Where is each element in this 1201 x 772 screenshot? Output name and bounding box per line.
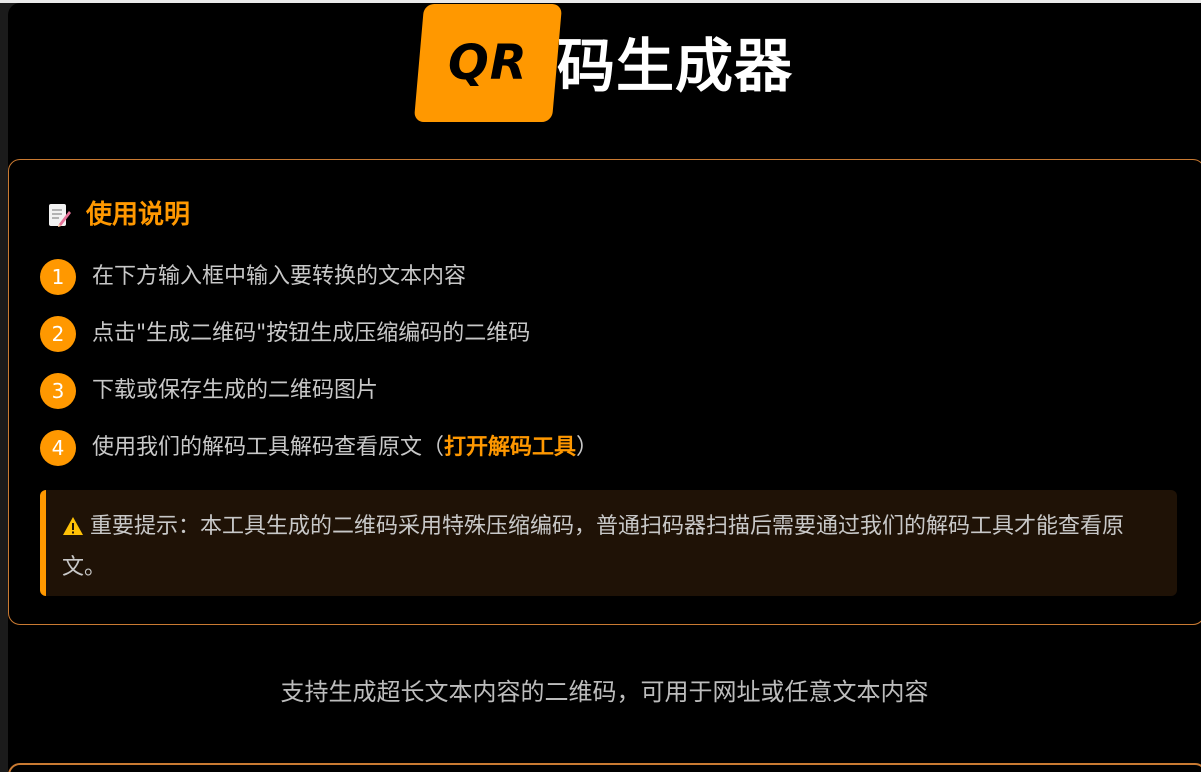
step-number-badge: 4 [40,430,76,466]
instructions-heading: 使用说明 [47,198,190,232]
warning-text: 重要提示：本工具生成的二维码采用特殊压缩编码，普通扫码器扫描后需要通过我们的解码… [62,514,1125,580]
step-item: 4 使用我们的解码工具解码查看原文（打开解码工具） [40,429,598,467]
qr-logo: QR [413,4,563,122]
step-item: 3 下载或保存生成的二维码图片 [40,372,598,410]
page-header: QR 码生成器 [8,3,1201,131]
step-text-container: 使用我们的解码工具解码查看原文（打开解码工具） [92,433,598,463]
step-item: 1 在下方输入框中输入要转换的文本内容 [40,258,598,296]
step-number-badge: 2 [40,316,76,352]
qr-logo-text: QR [448,35,528,91]
memo-icon [47,202,71,228]
app-container: QR 码生成器 使用说明 1 在下方输入框中输入要转换的文本内容 2 点击"生成… [8,3,1201,772]
step-number-badge: 3 [40,373,76,409]
step-text: 在下方输入框中输入要转换的文本内容 [92,264,467,289]
step-text: 点击"生成二维码"按钮生成压缩编码的二维码 [92,321,531,346]
subtitle: 支持生成超长文本内容的二维码，可用于网址或任意文本内容 [280,678,929,706]
steps-list: 1 在下方输入框中输入要转换的文本内容 2 点击"生成二维码"按钮生成压缩编码的… [40,258,598,486]
step-text-suffix: ） [576,435,599,460]
generator-panel-edge [8,763,1201,772]
step-item: 2 点击"生成二维码"按钮生成压缩编码的二维码 [40,315,598,353]
warning-icon [62,511,84,549]
page-title: 码生成器 [557,32,794,100]
step-number-badge: 1 [40,259,76,295]
instructions-panel: 使用说明 1 在下方输入框中输入要转换的文本内容 2 点击"生成二维码"按钮生成… [8,159,1201,625]
open-decoder-link[interactable]: 打开解码工具 [444,435,576,460]
warning-box: 重要提示：本工具生成的二维码采用特殊压缩编码，普通扫码器扫描后需要通过我们的解码… [40,490,1177,596]
step-text: 使用我们的解码工具解码查看原文（ [92,435,445,460]
warning-text-container: 重要提示：本工具生成的二维码采用特殊压缩编码，普通扫码器扫描后需要通过我们的解码… [62,508,1159,587]
step-text: 下载或保存生成的二维码图片 [92,378,379,403]
instructions-heading-label: 使用说明 [86,200,191,230]
